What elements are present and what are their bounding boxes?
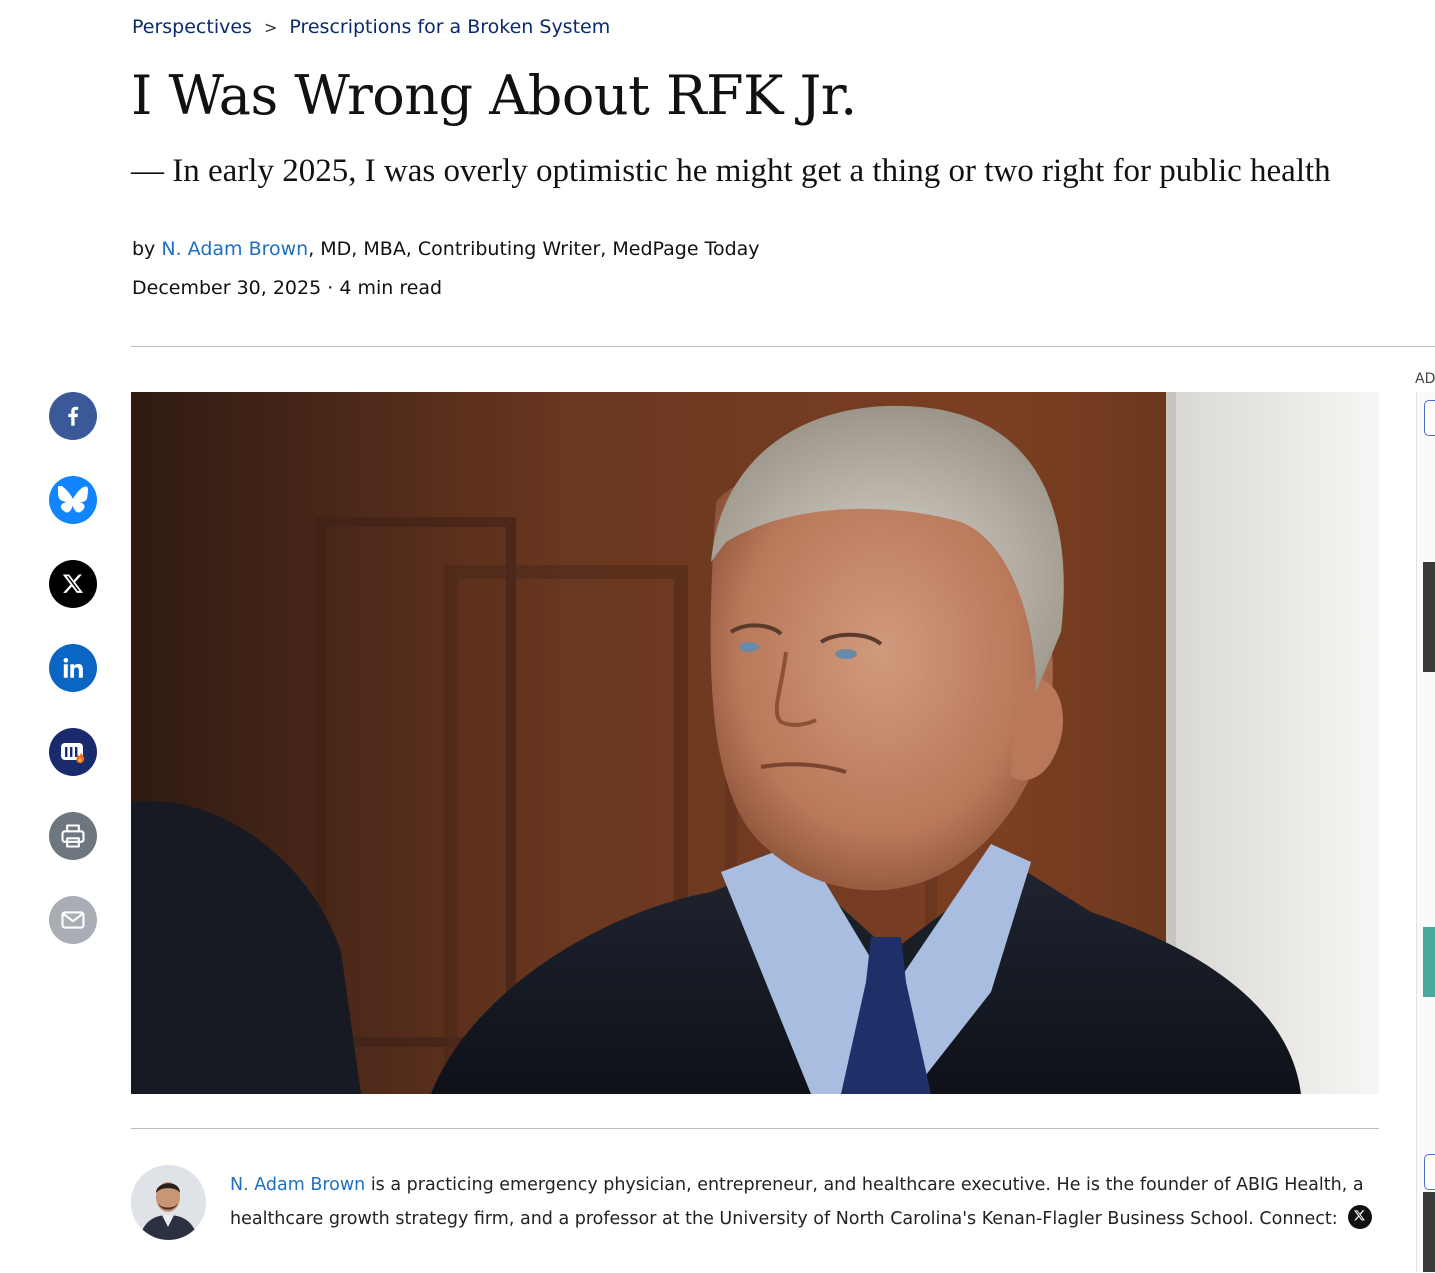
read-time: 4 min read — [339, 277, 443, 299]
author-credentials: , MD, MBA, Contributing Writer, MedPage … — [308, 238, 760, 260]
breadcrumb: Perspectives > Prescriptions for a Broken … — [132, 16, 610, 38]
bluesky-share-button[interactable] — [49, 476, 97, 524]
facebook-share-button[interactable] — [49, 392, 97, 440]
linkedin-icon — [60, 655, 86, 681]
date-separator: · — [327, 277, 334, 299]
author-link[interactable]: N. Adam Brown — [161, 238, 308, 260]
ad-control — [1424, 400, 1435, 436]
ad-image-teal — [1423, 927, 1435, 997]
ad-control-lower — [1424, 1154, 1435, 1190]
doximity-share-button[interactable] — [49, 728, 97, 776]
breadcrumb-separator: > — [263, 18, 278, 37]
author-avatar — [131, 1165, 206, 1240]
bluesky-icon — [58, 486, 88, 514]
email-icon — [59, 906, 87, 934]
author-bio-link[interactable]: N. Adam Brown — [230, 1175, 365, 1195]
author-bio: N. Adam Brown is a practicing emergency … — [230, 1168, 1380, 1236]
facebook-icon — [60, 403, 86, 429]
dateline: December 30, 2025 · 4 min read — [132, 277, 442, 299]
ad-image-dark — [1423, 562, 1435, 672]
author-bio-text: is a practicing emergency physician, ent… — [230, 1175, 1364, 1229]
ad-frame[interactable] — [1416, 392, 1435, 1272]
email-share-button[interactable] — [49, 896, 97, 944]
ad-label: AD — [1415, 371, 1435, 387]
byline-prefix: by — [132, 238, 156, 260]
print-icon — [59, 822, 87, 850]
breadcrumb-perspectives-link[interactable]: Perspectives — [132, 16, 252, 38]
divider-top — [131, 346, 1435, 347]
x-icon — [1353, 1200, 1366, 1234]
author-x-link[interactable] — [1347, 1205, 1372, 1229]
breadcrumb-series-link[interactable]: Prescriptions for a Broken System — [289, 16, 610, 38]
doximity-icon — [57, 736, 89, 768]
publish-date: December 30, 2025 — [132, 277, 322, 299]
divider-bottom — [131, 1128, 1379, 1129]
x-share-button[interactable] — [49, 560, 97, 608]
hero-photo — [131, 392, 1379, 1094]
ad-image-dark-lower — [1423, 1192, 1435, 1272]
linkedin-share-button[interactable] — [49, 644, 97, 692]
article-subtitle: — In early 2025, I was overly optimistic… — [131, 153, 1331, 189]
x-icon — [61, 572, 85, 596]
print-button[interactable] — [49, 812, 97, 860]
byline: by N. Adam Brown, MD, MBA, Contributing … — [132, 238, 760, 260]
article-title: I Was Wrong About RFK Jr. — [131, 64, 857, 127]
